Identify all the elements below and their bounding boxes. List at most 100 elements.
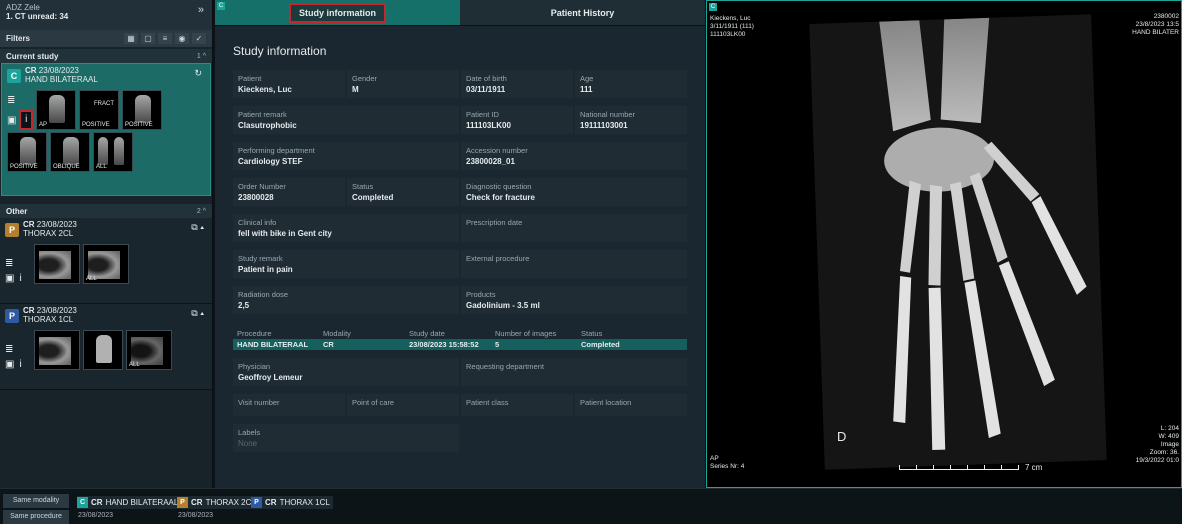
study-name: HAND BILATERAAL bbox=[105, 498, 179, 507]
study-tab-prior[interactable]: P CR THORAX 2CL bbox=[177, 496, 259, 509]
study-info-icon[interactable]: i bbox=[19, 359, 21, 370]
study-modality: CR bbox=[25, 66, 37, 75]
study-badge: P bbox=[5, 309, 19, 323]
report-icon[interactable]: ≣ bbox=[5, 344, 31, 355]
same-modality-button[interactable]: Same modality bbox=[3, 494, 69, 508]
field-visit-number: Visit number bbox=[233, 394, 345, 416]
study-date: 23/08/2023 bbox=[38, 66, 79, 75]
study-tab-date: 23/08/2023 bbox=[178, 512, 214, 519]
current-badge-icon: C bbox=[217, 2, 225, 10]
thumbnail[interactable] bbox=[83, 330, 123, 370]
study-card-prior[interactable]: P CR 23/08/2023 THORAX 2CL ⧉ ▴ ≣ ▣ i ALL bbox=[0, 218, 212, 304]
field-radiation-dose: Radiation dose 2,5 bbox=[233, 286, 459, 314]
thumbnail[interactable]: ALL bbox=[83, 244, 129, 284]
section-count: 2 ^ bbox=[196, 207, 206, 215]
field-requesting-department: Requesting department bbox=[461, 358, 687, 386]
procedure-row[interactable]: HAND BILATERAAL CR 23/08/2023 15:58:52 5… bbox=[233, 339, 687, 350]
overlay-bottom-left: AP Series Nr: 4 bbox=[710, 455, 745, 470]
field-gender: Gender M bbox=[347, 70, 459, 98]
current-badge-icon: C bbox=[709, 3, 717, 11]
field-point-of-care: Point of care bbox=[347, 394, 459, 416]
field-performing-department: Performing department Cardiology STEF bbox=[233, 142, 459, 170]
overlay-top-left: Kieckens, Luc 3/11/1911 (111) 111103LK00 bbox=[710, 15, 754, 38]
study-modality: CR bbox=[265, 498, 277, 507]
study-modality: CR bbox=[23, 220, 35, 229]
xray-image bbox=[809, 14, 1107, 470]
study-modality: CR bbox=[91, 498, 103, 507]
open-external-icon[interactable]: ⧉ ▴ bbox=[191, 308, 204, 319]
thumbnail[interactable]: FRACT POSITIVE bbox=[79, 90, 119, 130]
study-name: THORAX 2CL bbox=[23, 229, 74, 238]
study-info-icon[interactable]: i bbox=[19, 273, 21, 284]
field-patient-remark: Patient remark Clasutrophobic bbox=[233, 106, 459, 134]
collapse-icon[interactable]: » bbox=[198, 4, 204, 16]
app-root: ADZ Zele 1. CT unread: 34 » Filters ▦ ▢ … bbox=[0, 0, 1182, 524]
eye-icon[interactable]: ◉ bbox=[175, 33, 189, 44]
section-count: 1 ^ bbox=[196, 52, 206, 60]
section-label: Other bbox=[6, 206, 28, 216]
thumbnail[interactable]: POSITIVE bbox=[122, 90, 162, 130]
field-external-procedure: External procedure bbox=[461, 250, 687, 278]
report-icon[interactable]: ≣ bbox=[7, 95, 33, 106]
refresh-icon[interactable]: ↻ bbox=[194, 68, 202, 79]
thumbnail[interactable]: ALL bbox=[126, 330, 172, 370]
field-patient-class: Patient class bbox=[461, 394, 573, 416]
study-tab-current[interactable]: C CR HAND BILATERAAL bbox=[77, 496, 182, 509]
field-status: Status Completed bbox=[347, 178, 459, 206]
thumbnail[interactable] bbox=[34, 330, 80, 370]
worklist-header[interactable]: ADZ Zele 1. CT unread: 34 » bbox=[0, 0, 212, 30]
tab-study-information[interactable]: Study information bbox=[215, 0, 460, 25]
check-icon[interactable]: ✓ bbox=[192, 33, 206, 44]
thumbnail[interactable]: POSITIVE bbox=[7, 132, 47, 172]
study-card-current[interactable]: C CR 23/08/2023 HAND BILATERAAL ↻ ≣ ▣ i … bbox=[1, 63, 211, 196]
field-diagnostic-question: Diagnostic question Check for fracture bbox=[461, 178, 687, 206]
clipboard-icon[interactable]: ▣ bbox=[7, 115, 16, 126]
study-date: 23/08/2023 bbox=[36, 306, 77, 315]
study-info-icon[interactable]: i bbox=[19, 110, 33, 130]
filters-label: Filters bbox=[6, 34, 31, 43]
procedure-table-header: Procedure Modality Study date Number of … bbox=[237, 329, 603, 338]
grid-icon[interactable]: ▦ bbox=[124, 33, 138, 44]
study-card-prior[interactable]: P CR 23/08/2023 THORAX 1CL ⧉ ▴ ≣ ▣ i ALL bbox=[0, 304, 212, 390]
study-badge: P bbox=[251, 497, 262, 508]
open-external-icon[interactable]: ⧉ ▴ bbox=[191, 222, 204, 233]
list-icon[interactable]: ≡ bbox=[158, 33, 172, 44]
study-badge: P bbox=[5, 223, 19, 237]
field-patient: Patient Kieckens, Luc bbox=[233, 70, 345, 98]
study-list-panel: ADZ Zele 1. CT unread: 34 » Filters ▦ ▢ … bbox=[0, 0, 213, 488]
clipboard-icon[interactable]: ▣ bbox=[5, 359, 14, 370]
study-name: THORAX 1CL bbox=[23, 315, 74, 324]
thumbnail[interactable]: OBLIQUE bbox=[50, 132, 90, 172]
study-tab-date: 23/08/2023 bbox=[78, 512, 114, 519]
field-dob: Date of birth 03/11/1911 bbox=[461, 70, 573, 98]
study-tab-prior[interactable]: P CR THORAX 1CL bbox=[251, 496, 333, 509]
study-date: 23/08/2023 bbox=[36, 220, 77, 229]
field-age: Age 111 bbox=[575, 70, 687, 98]
same-procedure-button[interactable]: Same procedure bbox=[3, 510, 69, 524]
scale-label: 7 cm bbox=[1025, 463, 1043, 472]
overlay-bottom-right: L: 204 W: 409 Image Zoom: 36. 19/3/2022 01:0 bbox=[1135, 425, 1179, 464]
unread-count: 1. CT unread: 34 bbox=[6, 12, 69, 21]
field-prescription-date: Prescription date bbox=[461, 214, 687, 242]
thumbnail[interactable]: ALL bbox=[93, 132, 133, 172]
page-title: Study information bbox=[233, 44, 327, 58]
tab-patient-history[interactable]: Patient History bbox=[460, 0, 705, 25]
study-modality: CR bbox=[23, 306, 35, 315]
worklist-title: ADZ Zele bbox=[6, 3, 40, 12]
procedure-table: Procedure Modality Study date Number of … bbox=[233, 328, 687, 353]
image-viewport[interactable]: C Kieckens, Luc 3/11/1911 (111) 111103LK00… bbox=[706, 0, 1182, 488]
bottom-bar: Same modality Same procedure C CR HAND B… bbox=[0, 488, 1182, 524]
other-studies-section[interactable]: Other 2 ^ bbox=[0, 204, 212, 218]
study-badge: P bbox=[177, 497, 188, 508]
report-icon[interactable]: ≣ bbox=[5, 258, 31, 269]
current-study-section[interactable]: Current study 1 ^ bbox=[0, 49, 212, 63]
thumbnail[interactable]: AP bbox=[36, 90, 76, 130]
clipboard-icon[interactable]: ▢ bbox=[141, 33, 155, 44]
overlay-top-right: 2380002 23/8/2023 13:5 HAND BILATER bbox=[1132, 13, 1179, 36]
orientation-marker: D bbox=[837, 429, 847, 444]
thumbnail[interactable] bbox=[34, 244, 80, 284]
field-patient-location: Patient location bbox=[575, 394, 687, 416]
field-study-remark: Study remark Patient in pain bbox=[233, 250, 459, 278]
measurement-scale bbox=[899, 464, 1019, 470]
clipboard-icon[interactable]: ▣ bbox=[5, 273, 14, 284]
